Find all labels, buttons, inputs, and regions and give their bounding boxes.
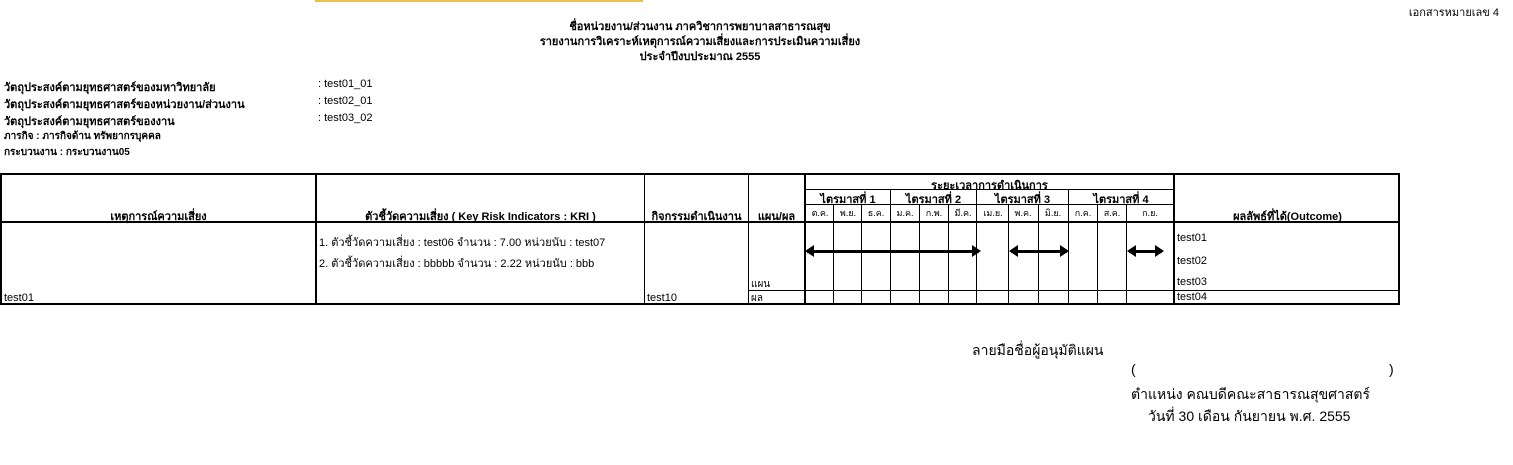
outcome-item: test01	[1177, 232, 1207, 244]
university-objective-label: วัตถุประสงค์ตามยุทธศาสตร์ของมหาวิทยาลัย	[4, 82, 216, 94]
kri-item-1: 1. ตัวชี้วัดความเสี่ยง : test06 จำนวน : …	[319, 237, 606, 249]
header-outcome: ผลลัพธ์ที่ได้(Outcome)	[1233, 211, 1342, 223]
work-objective-label: วัตถุประสงค์ตามยุทธศาสตร์ของงาน	[4, 116, 175, 128]
month-feb: ก.พ.	[925, 208, 943, 218]
plan-label: แผน	[751, 279, 771, 290]
plan-arrow-sep	[1127, 245, 1164, 257]
outcome-item: test02	[1177, 255, 1207, 267]
month-dec: ธ.ค.	[867, 208, 885, 218]
signature-open-paren: (	[1131, 361, 1136, 377]
month-aug: ส.ค.	[1103, 208, 1121, 218]
university-objective-value: : test01_01	[318, 78, 373, 90]
header-risk-event: เหตุการณ์ความเสี่ยง	[110, 211, 207, 223]
signature-close-paren: )	[1389, 361, 1394, 377]
activity-value: test10	[647, 292, 677, 304]
outcome-item: test03	[1177, 276, 1207, 288]
unit-objective-label: วัตถุประสงค์ตามยุทธศาสตร์ของหน่วยงาน/ส่ว…	[4, 99, 245, 111]
selection-indicator	[315, 0, 643, 2]
signature-position: ตำแหน่ง คณบดีคณะสาธารณสุขศาสตร์	[1131, 386, 1371, 402]
document-number: เอกสารหมายเลข 4	[1408, 7, 1499, 19]
signature-title: ลายมือชื่อผู้อนุมัติแผน	[972, 342, 1104, 358]
month-jul: ก.ค.	[1074, 208, 1092, 218]
month-oct: ต.ค.	[811, 208, 829, 218]
process: กระบวนงาน : กระบวนงาน05	[4, 147, 130, 158]
header-activity: กิจกรรมดำเนินงาน	[651, 211, 742, 223]
plan-arrow-may-jun	[1009, 245, 1069, 257]
signature-date: วันที่ 30 เดือน กันยายน พ.ศ. 2555	[1148, 408, 1351, 424]
header-plan-result: แผน/ผล	[757, 211, 796, 223]
plan-arrow-oct-mar	[805, 245, 981, 257]
mission: ภารกิจ : ภารกิจด้าน ทรัพยากรบุคคล	[4, 131, 161, 142]
month-sep: ก.ย.	[1142, 208, 1158, 218]
outcome-item: test04	[1177, 291, 1207, 303]
month-nov: พ.ย.	[839, 208, 857, 218]
header-kri: ตัวชี้วัดความเสี่ยง ( Key Risk Indicator…	[365, 211, 596, 223]
month-jan: ม.ค.	[896, 208, 914, 218]
month-jun: มิ.ย.	[1044, 208, 1062, 218]
work-objective-value: : test03_02	[318, 112, 373, 124]
month-mar: มี.ค.	[954, 208, 972, 218]
risk-table: เหตุการณ์ความเสี่ยง ตัวชี้วัดความเสี่ยง …	[0, 173, 1400, 305]
month-apr: เม.ย.	[983, 208, 1003, 218]
risk-event-value: test01	[4, 292, 34, 304]
unit-objective-value: : test02_01	[318, 95, 373, 107]
fiscal-year: ประจำปีงบประมาณ 2555	[639, 51, 761, 63]
month-may: พ.ค.	[1014, 208, 1032, 218]
result-label: ผล	[751, 293, 763, 304]
kri-item-2: 2. ตัวชี้วัดความเสี่ยง : bbbbb จำนวน : 2…	[319, 258, 595, 270]
